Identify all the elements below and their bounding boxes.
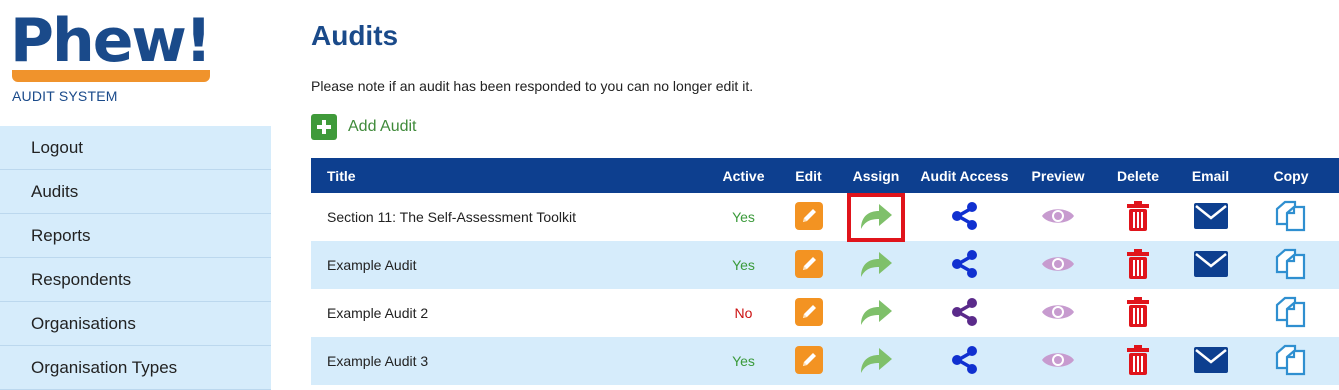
eye-icon[interactable] (1041, 301, 1075, 326)
audit-access-cell (911, 193, 1018, 241)
sidebar-item-reports[interactable]: Reports (0, 214, 271, 258)
forward-arrow-icon[interactable] (859, 249, 893, 282)
sidebar-nav: Logout Audits Reports Respondents Organi… (0, 126, 271, 390)
header-audit-access: Audit Access (911, 158, 1018, 193)
assign-cell (841, 289, 911, 337)
delete-cell (1098, 193, 1178, 241)
add-audit-label: Add Audit (348, 118, 417, 135)
edit-cell (776, 241, 841, 289)
logo-wordmark: Phew! (10, 6, 212, 76)
audit-active-status: Yes (732, 209, 755, 225)
eye-icon[interactable] (1041, 205, 1075, 230)
sidebar-item-logout[interactable]: Logout (0, 126, 271, 170)
email-cell (1178, 241, 1243, 289)
copy-icon[interactable] (1275, 344, 1307, 379)
audit-active-status: Yes (711, 241, 776, 289)
envelope-icon[interactable] (1193, 202, 1228, 232)
forward-arrow-icon[interactable] (847, 192, 905, 242)
trash-icon[interactable] (1126, 200, 1150, 234)
sidebar: Phew! AUDIT SYSTEM Logout Audits Reports… (0, 0, 271, 390)
assign-cell (841, 241, 911, 289)
audit-access-cell (911, 241, 1018, 289)
delete-cell (1098, 337, 1178, 385)
audit-active-status: No (734, 305, 753, 321)
table-row: Example Audit 3 Yes (311, 337, 1339, 385)
pencil-icon[interactable] (794, 249, 823, 281)
share-icon[interactable] (950, 201, 980, 234)
copy-icon[interactable] (1275, 200, 1307, 235)
eye-icon[interactable] (1041, 349, 1075, 374)
add-audit-button[interactable]: Add Audit (311, 114, 417, 140)
trash-icon[interactable] (1126, 296, 1150, 330)
header-title: Title (311, 158, 711, 193)
table-row: Example Audit 2 No (311, 289, 1339, 337)
envelope-icon[interactable] (1193, 250, 1228, 280)
sidebar-item-organisation-types[interactable]: Organisation Types (0, 346, 271, 390)
preview-cell (1018, 241, 1098, 289)
pencil-icon[interactable] (794, 297, 823, 329)
logo-subtitle: AUDIT SYSTEM (12, 88, 118, 104)
header-delete: Delete (1098, 158, 1178, 193)
audit-title: Example Audit 3 (311, 337, 711, 385)
edit-cell (776, 193, 841, 241)
share-icon[interactable] (950, 345, 980, 378)
preview-cell (1018, 337, 1098, 385)
phew-logo[interactable]: Phew! AUDIT SYSTEM (10, 8, 215, 112)
header-active: Active (711, 158, 776, 193)
edit-note: Please note if an audit has been respond… (311, 78, 754, 94)
assign-cell (841, 337, 911, 385)
sidebar-item-audits[interactable]: Audits (0, 170, 271, 214)
email-cell (1178, 289, 1243, 337)
audit-title: Example Audit (311, 241, 711, 289)
plus-icon (311, 114, 337, 140)
copy-cell (1243, 289, 1339, 337)
trash-icon[interactable] (1126, 248, 1150, 282)
audit-access-cell (911, 289, 1018, 337)
delete-cell (1098, 289, 1178, 337)
header-copy: Copy (1243, 158, 1339, 193)
trash-icon[interactable] (1126, 344, 1150, 378)
email-cell (1178, 193, 1243, 241)
sidebar-item-respondents[interactable]: Respondents (0, 258, 271, 302)
audit-active-status: Yes (711, 337, 776, 385)
copy-cell (1243, 241, 1339, 289)
audit-access-cell (911, 337, 1018, 385)
edit-cell (776, 289, 841, 337)
pencil-icon[interactable] (794, 345, 823, 377)
sidebar-item-organisations[interactable]: Organisations (0, 302, 271, 346)
audit-title: Example Audit 2 (327, 305, 429, 321)
copy-cell (1243, 193, 1339, 241)
header-edit: Edit (776, 158, 841, 193)
forward-arrow-icon[interactable] (859, 297, 893, 330)
eye-icon[interactable] (1041, 253, 1075, 278)
preview-cell (1018, 289, 1098, 337)
copy-icon[interactable] (1275, 296, 1307, 331)
table-header-row: Title Active Edit Assign Audit Access Pr… (311, 158, 1339, 193)
preview-cell (1018, 193, 1098, 241)
header-email: Email (1178, 158, 1243, 193)
logo-underline (12, 70, 210, 82)
copy-icon[interactable] (1275, 248, 1307, 283)
audit-title: Section 11: The Self-Assessment Toolkit (327, 209, 577, 225)
envelope-icon[interactable] (1193, 346, 1228, 376)
delete-cell (1098, 241, 1178, 289)
share-icon[interactable] (950, 297, 980, 330)
pencil-icon[interactable] (794, 201, 823, 233)
audits-table: Title Active Edit Assign Audit Access Pr… (311, 158, 1339, 385)
header-assign: Assign (841, 158, 911, 193)
forward-arrow-icon[interactable] (859, 345, 893, 378)
email-cell (1178, 337, 1243, 385)
share-icon[interactable] (950, 249, 980, 282)
copy-cell (1243, 337, 1339, 385)
table-row: Example Audit Yes (311, 241, 1339, 289)
page-title: Audits (311, 20, 399, 51)
table-row: Section 11: The Self-Assessment Toolkit … (311, 192, 1339, 242)
assign-cell (841, 192, 911, 242)
header-preview: Preview (1018, 158, 1098, 193)
edit-cell (776, 337, 841, 385)
